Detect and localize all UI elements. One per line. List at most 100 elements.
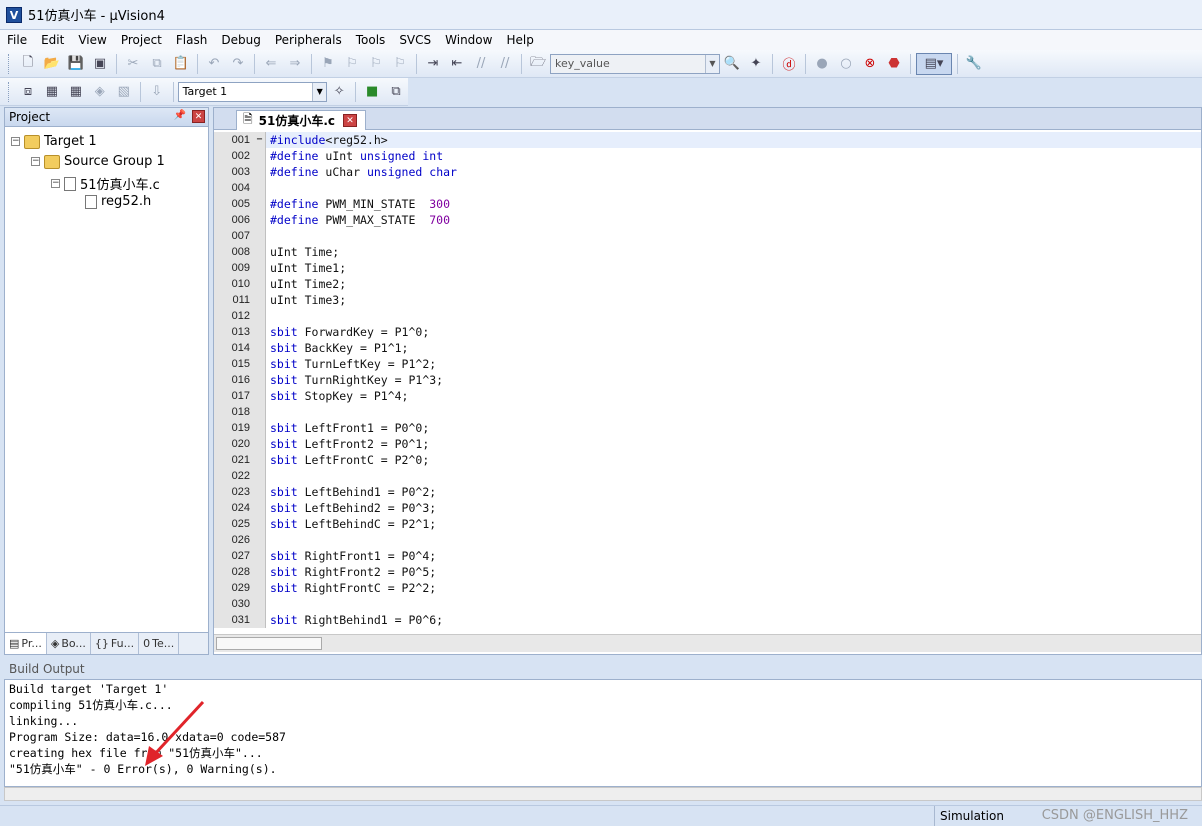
find-in-files-icon[interactable]: 🗁 [527, 53, 549, 75]
code-line[interactable]: 015 sbit TurnLeftKey = P1^2; [214, 356, 1201, 372]
code-area[interactable]: 001− #include<reg52.h> 002 #define uInt uns… [214, 132, 1201, 632]
translate-icon[interactable]: ⧈ [17, 81, 39, 103]
nav-forward-icon[interactable]: ⇒ [284, 53, 306, 75]
tab-project[interactable]: ▤ Pr... [5, 633, 47, 654]
tree-node-header-file[interactable]: reg52.h [85, 194, 151, 209]
code-line[interactable]: 012 [214, 308, 1201, 324]
code-line[interactable]: 022 [214, 468, 1201, 484]
code-line[interactable]: 019 sbit LeftFront1 = P0^0; [214, 420, 1201, 436]
pin-icon[interactable]: 📌 [174, 110, 186, 121]
toolbar-grip[interactable] [8, 53, 11, 74]
redo-icon[interactable]: ↷ [227, 53, 249, 75]
find-icon[interactable]: 🔍 [721, 53, 743, 75]
code-line[interactable]: 003 #define uChar unsigned char [214, 164, 1201, 180]
code-line[interactable]: 028 sbit RightFront2 = P0^5; [214, 564, 1201, 580]
code-line[interactable]: 025 sbit LeftBehindC = P2^1; [214, 516, 1201, 532]
batch-build-icon[interactable]: ◈ [89, 81, 111, 103]
target-select[interactable]: Target 1 ▼ [177, 81, 328, 102]
code-line[interactable]: 021 sbit LeftFrontC = P2^0; [214, 452, 1201, 468]
code-line[interactable]: 009 uInt Time1; [214, 260, 1201, 276]
open-file-icon[interactable]: 📂 [41, 53, 63, 75]
code-line[interactable]: 026 [214, 532, 1201, 548]
code-line[interactable]: 004 [214, 180, 1201, 196]
tab-functions[interactable]: {} Fu... [91, 633, 140, 654]
code-line[interactable]: 029 sbit RightFrontC = P2^2; [214, 580, 1201, 596]
menu-flash[interactable]: Flash [169, 30, 214, 50]
menu-window[interactable]: Window [438, 30, 499, 50]
menu-edit[interactable]: Edit [34, 30, 71, 50]
code-line[interactable]: 006 #define PWM_MAX_STATE 700 [214, 212, 1201, 228]
find-combo[interactable]: key_value ▼ [550, 53, 720, 74]
code-line[interactable]: 014 sbit BackKey = P1^1; [214, 340, 1201, 356]
code-line[interactable]: 030 [214, 596, 1201, 612]
indent-icon[interactable]: ⇥ [422, 53, 444, 75]
tree-node-target[interactable]: − Target 1 [11, 134, 97, 149]
code-line[interactable]: 017 sbit StopKey = P1^4; [214, 388, 1201, 404]
breakpoint-icon[interactable]: ● [811, 53, 833, 75]
code-line[interactable]: 024 sbit LeftBehind2 = P0^3; [214, 500, 1201, 516]
editor-tab[interactable]: 🗎 51仿真小车.c ✕ [236, 110, 366, 130]
tab-books[interactable]: ◈ Bo... [47, 633, 91, 654]
manage-components-icon[interactable]: ■ [361, 81, 383, 103]
save-all-icon[interactable]: ▣ [89, 53, 111, 75]
code-line[interactable]: 031 sbit RightBehind1 = P0^6; [214, 612, 1201, 628]
code-line[interactable]: 018 [214, 404, 1201, 420]
menu-svcs[interactable]: SVCS [392, 30, 438, 50]
menu-file[interactable]: File [0, 30, 34, 50]
copy-icon[interactable]: ⧉ [146, 53, 168, 75]
comment-icon[interactable]: // [470, 53, 492, 75]
collapse-icon[interactable]: − [11, 137, 20, 146]
uncomment-icon[interactable]: // [494, 53, 516, 75]
menu-debug[interactable]: Debug [214, 30, 267, 50]
menu-view[interactable]: View [71, 30, 113, 50]
target-options-icon[interactable]: ✧ [328, 81, 350, 103]
nav-back-icon[interactable]: ⇐ [260, 53, 282, 75]
incremental-find-icon[interactable]: ✦ [745, 53, 767, 75]
collapse-icon[interactable]: − [31, 157, 40, 166]
paste-icon[interactable]: 📋 [170, 53, 192, 75]
code-line[interactable]: 010 uInt Time2; [214, 276, 1201, 292]
chevron-down-icon[interactable]: ▼ [705, 54, 719, 73]
window-layout-icon[interactable]: ▤▾ [916, 52, 952, 75]
close-icon[interactable]: ✕ [192, 110, 205, 123]
bookmark-toggle-icon[interactable]: ⚑ [317, 53, 339, 75]
chevron-down-icon[interactable]: ▼ [312, 82, 327, 101]
tab-templates[interactable]: 0 Te... [139, 633, 180, 654]
code-line[interactable]: 011 uInt Time3; [214, 292, 1201, 308]
unindent-icon[interactable]: ⇤ [446, 53, 468, 75]
debug-session-icon[interactable]: ⓓ [778, 53, 800, 75]
code-line[interactable]: 020 sbit LeftFront2 = P0^1; [214, 436, 1201, 452]
menu-help[interactable]: Help [499, 30, 540, 50]
new-file-icon[interactable]: 🗋 [17, 53, 39, 75]
menu-tools[interactable]: Tools [349, 30, 393, 50]
build-icon[interactable]: ▦ [41, 81, 63, 103]
menu-peripherals[interactable]: Peripherals [268, 30, 349, 50]
rebuild-icon[interactable]: ▦ [65, 81, 87, 103]
code-line[interactable]: 013 sbit ForwardKey = P1^0; [214, 324, 1201, 340]
bookmark-next-icon[interactable]: ⚐ [365, 53, 387, 75]
tree-node-main-file[interactable]: − 51仿真小车.c [51, 174, 160, 193]
code-line[interactable]: 005 #define PWM_MIN_STATE 300 [214, 196, 1201, 212]
code-line[interactable]: 023 sbit LeftBehind1 = P0^2; [214, 484, 1201, 500]
bookmark-prev-icon[interactable]: ⚐ [341, 53, 363, 75]
code-line[interactable]: 008 uInt Time; [214, 244, 1201, 260]
tree-node-source-group[interactable]: − Source Group 1 [31, 154, 165, 169]
code-line[interactable]: 016 sbit TurnRightKey = P1^3; [214, 372, 1201, 388]
horizontal-scrollbar[interactable] [214, 634, 1201, 652]
collapse-icon[interactable]: − [51, 179, 60, 188]
configure-icon[interactable]: 🔧 [963, 53, 985, 75]
build-output-scrollbar[interactable] [4, 787, 1202, 801]
breakpoint-kill-all-icon[interactable]: ⬣ [883, 53, 905, 75]
scrollbar-thumb[interactable] [216, 637, 322, 650]
code-line[interactable]: 027 sbit RightFront1 = P0^4; [214, 548, 1201, 564]
fold-gutter[interactable]: − [254, 132, 266, 148]
cut-icon[interactable]: ✂ [122, 53, 144, 75]
toolbar-grip[interactable] [8, 81, 11, 102]
download-icon[interactable]: ⇩ [146, 81, 168, 103]
undo-icon[interactable]: ↶ [203, 53, 225, 75]
save-icon[interactable]: 💾 [65, 53, 87, 75]
code-line[interactable]: 007 [214, 228, 1201, 244]
manage-multi-project-icon[interactable]: ⧉ [385, 81, 407, 103]
code-line[interactable]: 001− #include<reg52.h> [214, 132, 1201, 148]
code-line[interactable]: 002 #define uInt unsigned int [214, 148, 1201, 164]
